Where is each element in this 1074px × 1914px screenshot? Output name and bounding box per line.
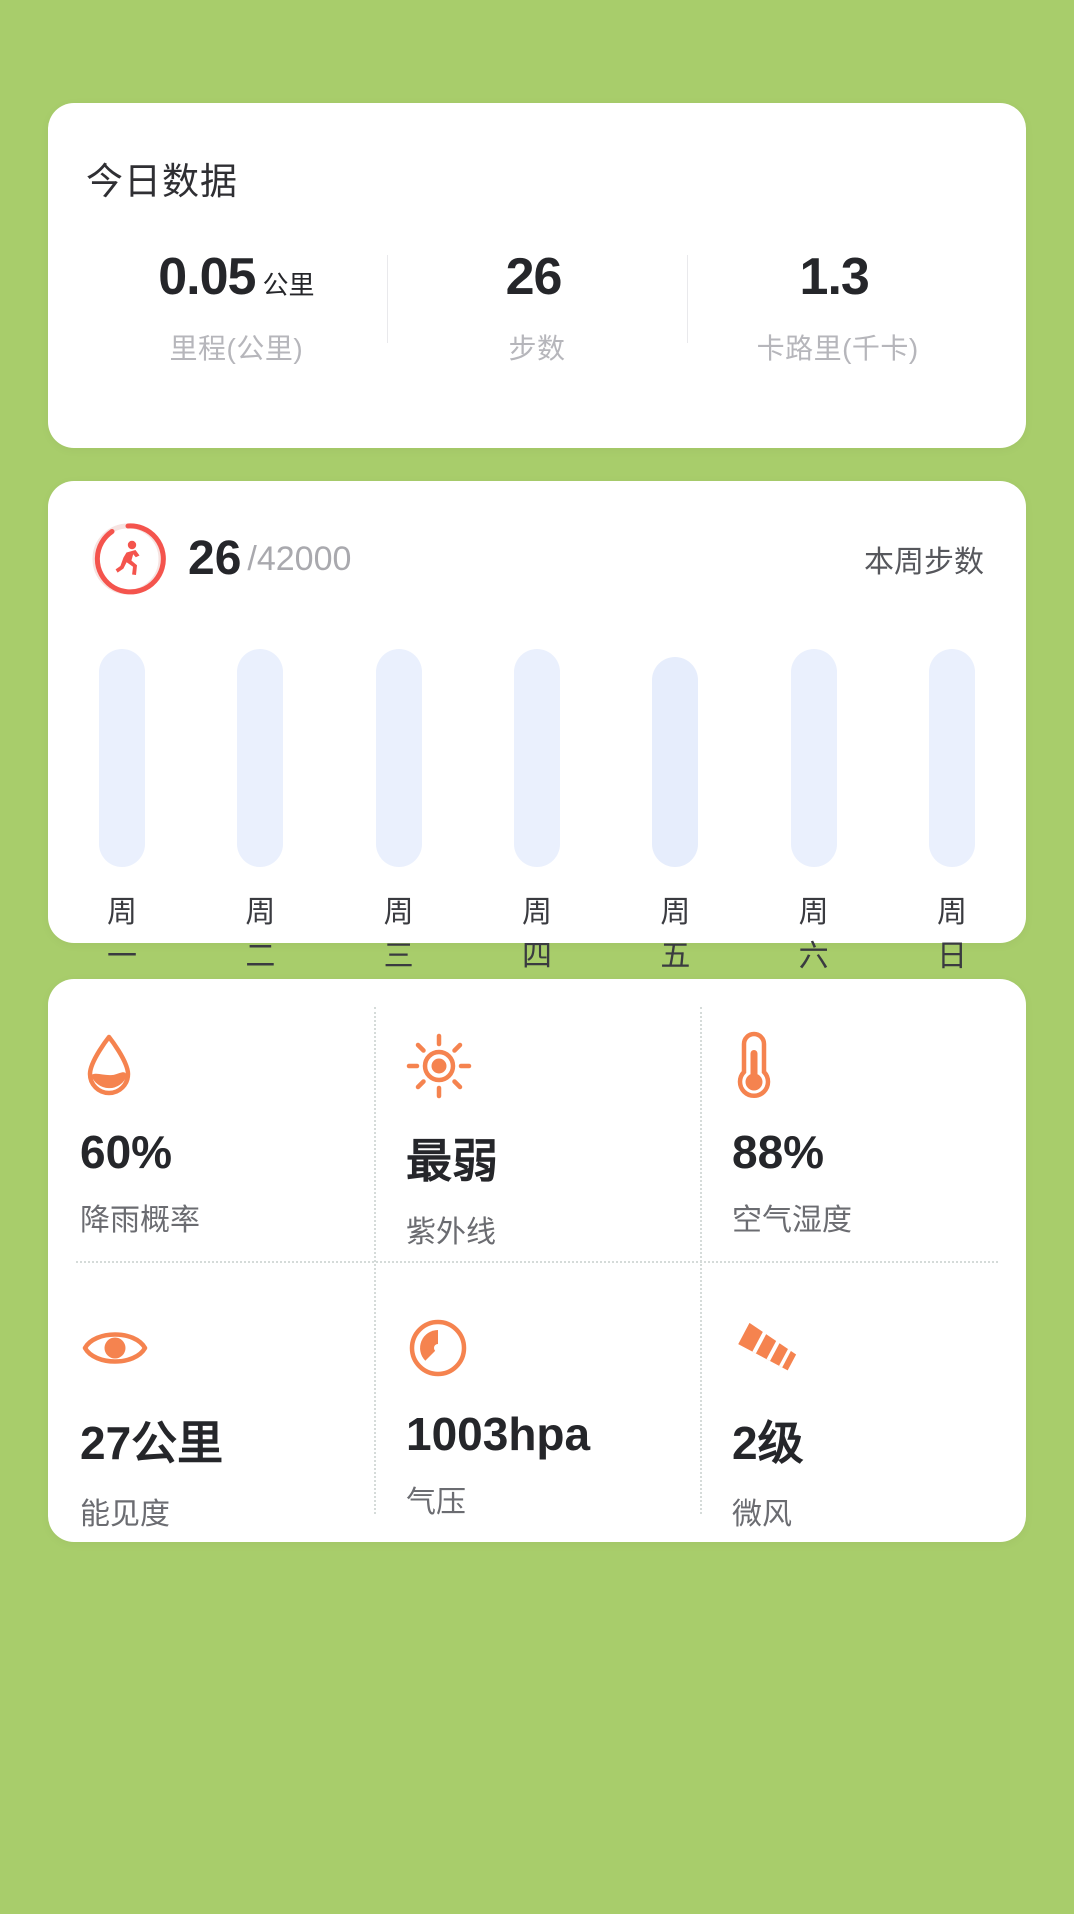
- app-screen: 今日数据 0.05 公里 里程(公里) 26 步数 1.3 卡路里(千卡) 26…: [0, 103, 1074, 1914]
- weather-label-humidity: 空气湿度: [732, 1204, 852, 1237]
- weather-value-pressure: 1003hpa: [406, 1407, 591, 1460]
- weather-cell-visibility[interactable]: 27公里 能见度: [48, 1261, 374, 1543]
- weekly-steps-header: 26 /42000 本周步数: [90, 521, 984, 597]
- bar-column-tue[interactable]: [232, 641, 288, 867]
- bar-column-fri[interactable]: [647, 641, 703, 867]
- stat-steps: 26 步数: [386, 247, 688, 397]
- axis-label-sat: 周六: [798, 896, 829, 973]
- weekly-steps-axis-labels: 周一 周二 周三 周四 周五 周六 周日: [90, 887, 984, 975]
- stat-distance-value: 0.05: [158, 248, 256, 306]
- stat-distance-value-row: 0.05 公里: [158, 247, 314, 309]
- today-stats-row: 0.05 公里 里程(公里) 26 步数 1.3 卡路里(千卡): [86, 247, 988, 397]
- weather-cell-uv[interactable]: 最弱 紫外线: [374, 979, 700, 1261]
- weather-label-uv: 紫外线: [406, 1216, 496, 1249]
- stat-distance-unit: 公里: [262, 270, 315, 300]
- bar-column-thu[interactable]: [509, 641, 565, 867]
- weather-cell-wind[interactable]: 2级 微风: [700, 1261, 1026, 1543]
- bar-column-wed[interactable]: [371, 641, 427, 867]
- weather-cell-pressure[interactable]: 1003hpa 气压: [374, 1261, 700, 1543]
- today-data-card: 今日数据 0.05 公里 里程(公里) 26 步数 1.3 卡路里(千卡): [48, 103, 1026, 448]
- axis-label-wed: 周三: [383, 896, 414, 973]
- bar-column-mon[interactable]: [94, 641, 150, 867]
- weather-grid: 60% 降雨概率 最弱 紫外线 88% 空气湿度 27公里 能见度 1003hp…: [48, 979, 1026, 1542]
- axis-label-thu: 周四: [521, 896, 552, 973]
- weather-metrics-card: 60% 降雨概率 最弱 紫外线 88% 空气湿度 27公里 能见度 1003hp…: [48, 979, 1026, 1542]
- weather-label-pressure: 气压: [406, 1485, 466, 1519]
- axis-label-mon: 周一: [107, 896, 137, 973]
- page-title: 今日数据: [86, 161, 238, 202]
- weekly-steps-goal: /42000: [247, 540, 352, 578]
- water-drop-icon: [80, 1031, 374, 1101]
- weekly-steps-section-label: 本周步数: [864, 546, 984, 579]
- eye-icon: [80, 1313, 374, 1383]
- sun-icon: [406, 1031, 700, 1101]
- bar-column-sun[interactable]: [924, 641, 980, 867]
- stat-calories-label: 卡路里(千卡): [756, 333, 919, 364]
- weather-value-rain: 60%: [80, 1126, 173, 1178]
- weekly-steps-current: 26: [188, 532, 242, 585]
- weekly-steps-card: 26 /42000 本周步数 周一 周二 周三 周四 周五 周六 周日: [48, 481, 1026, 973]
- weather-value-uv: 最弱: [406, 1135, 498, 1187]
- axis-label-fri: 周五: [660, 896, 691, 973]
- windsock-icon: [732, 1313, 1026, 1383]
- weather-value-humidity: 88%: [732, 1126, 825, 1178]
- weather-cell-humidity[interactable]: 88% 空气湿度: [700, 979, 1026, 1261]
- axis-label-tue: 周二: [245, 896, 276, 973]
- weather-label-rain: 降雨概率: [80, 1204, 200, 1237]
- weather-value-visibility: 27公里: [80, 1416, 224, 1469]
- weather-cell-rain[interactable]: 60% 降雨概率: [48, 979, 374, 1261]
- stat-steps-value-row: 26: [506, 247, 569, 309]
- thermometer-icon: [732, 1031, 1026, 1101]
- weather-label-wind: 微风: [732, 1497, 792, 1531]
- stat-steps-value: 26: [505, 248, 563, 306]
- stat-steps-label: 步数: [508, 333, 566, 364]
- stat-calories: 1.3 卡路里(千卡): [687, 247, 988, 397]
- weather-label-visibility: 能见度: [80, 1497, 170, 1531]
- stat-calories-value-row: 1.3: [800, 247, 876, 309]
- stat-distance-label: 里程(公里): [169, 333, 304, 364]
- weather-value-wind: 2级: [732, 1416, 804, 1469]
- weekly-steps-chart: [90, 641, 984, 867]
- stat-calories-value: 1.3: [799, 248, 870, 306]
- running-person-icon: [90, 521, 166, 597]
- gauge-icon: [406, 1313, 700, 1383]
- axis-label-sun: 周日: [936, 896, 967, 973]
- stat-distance: 0.05 公里 里程(公里): [86, 247, 387, 397]
- bar-column-sat[interactable]: [786, 641, 842, 867]
